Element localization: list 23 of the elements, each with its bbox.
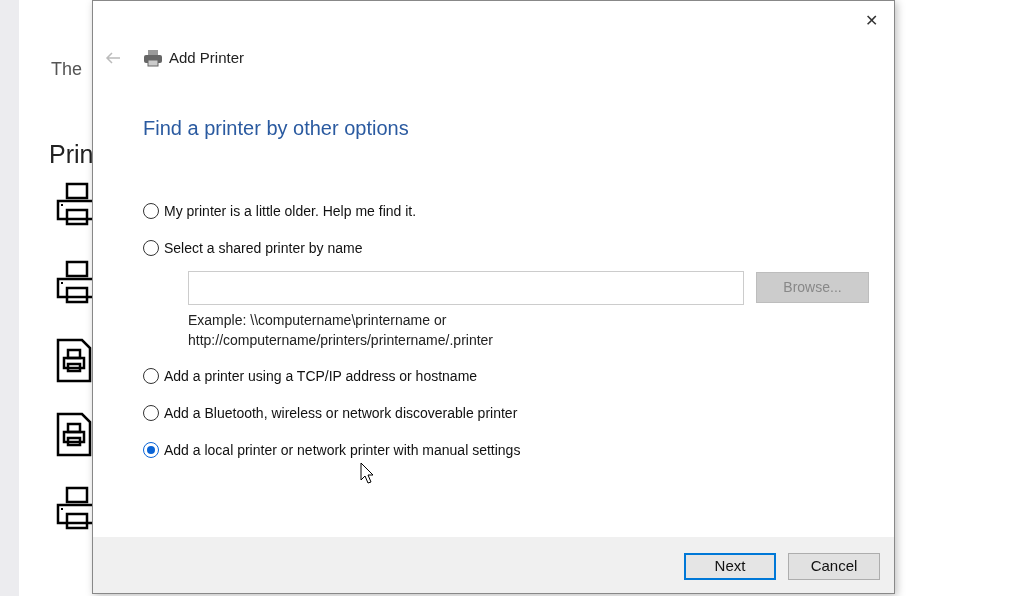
radio-button[interactable] — [143, 405, 159, 421]
mouse-pointer-icon — [360, 462, 374, 484]
example-text: Example: \\computername\printername or — [188, 310, 447, 330]
radio-option[interactable]: Add a Bluetooth, wireless or network discoverable printer — [143, 402, 518, 424]
radio-option[interactable]: My printer is a little older. Help me find it. — [143, 200, 417, 222]
cancel-button[interactable]: Cancel — [788, 552, 880, 580]
printer-document-icon — [55, 411, 93, 458]
dialog-heading: Find a printer by other options — [143, 115, 409, 141]
paragraph-text: The — [51, 58, 84, 81]
close-button[interactable]: ✕ — [861, 9, 882, 31]
window-title: Add Printer — [169, 48, 245, 68]
printer-name-field[interactable] — [188, 270, 744, 305]
radio-option[interactable]: Add a local printer or network printer with manual settings — [143, 439, 521, 461]
radio-option[interactable]: Add a printer using a TCP/IP address or hostname — [143, 365, 478, 387]
radio-button[interactable] — [143, 368, 159, 384]
printer-document-icon — [55, 337, 93, 384]
printer-icon — [143, 49, 163, 68]
radio-option[interactable]: Select a shared printer by name — [143, 237, 363, 259]
radio-button[interactable] — [143, 240, 159, 256]
example-text: http://computername/printers/printername/.printer — [188, 330, 494, 350]
section-heading: Prin — [49, 139, 94, 170]
radio-button[interactable] — [143, 203, 159, 219]
next-button[interactable]: Next — [684, 552, 776, 580]
